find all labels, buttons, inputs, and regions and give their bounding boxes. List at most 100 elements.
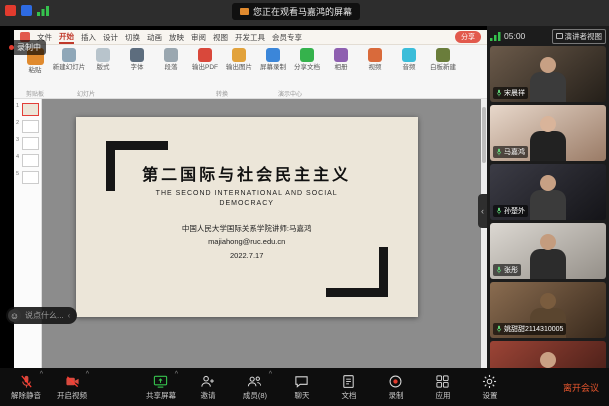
ribbon-share-doc-button[interactable]: 分享文档	[290, 48, 324, 71]
ppt-ribbon: 粘贴 新建幻灯片 版式 字体 段落 输出PDF 输出图片 屏幕录制 分享文档 相…	[14, 45, 487, 89]
bottom-toolbar: 解除静音 ^ 开启视频 ^ 共享屏幕 ^ 邀请 成员(8) ^	[0, 368, 609, 406]
pdf-icon	[198, 48, 212, 62]
signal-strength-icon	[37, 5, 50, 16]
screen-record-icon	[266, 48, 280, 62]
unmute-button[interactable]: 解除静音 ^	[10, 374, 42, 401]
banner-text: 您正在观看马嘉鸿的屏幕	[253, 5, 352, 18]
screen-watching-banner: 您正在观看马嘉鸿的屏幕	[232, 3, 360, 20]
slide-subtitle-line2: DEMOCRACY	[76, 199, 418, 209]
mic-on-icon	[496, 207, 502, 215]
slide-thumbnail[interactable]: 1	[16, 103, 39, 116]
gear-icon	[482, 374, 497, 389]
ppt-tab-devtools[interactable]: 开发工具	[235, 32, 265, 43]
slide-thumbnail[interactable]: 4	[16, 154, 39, 167]
ppt-content: 1 2 3 4 5 第二国际与社会民主主义 THE SECOND INTERNA…	[14, 99, 487, 368]
paragraph-icon	[164, 48, 178, 62]
slide-info-author: 中国人民大学国际关系学院讲师:马嘉鸿	[76, 222, 418, 235]
ribbon-whiteboard-button[interactable]: 白板新建	[426, 48, 460, 71]
meeting-app-window: 您正在观看马嘉鸿的屏幕 文件 开始 插入 设计 切换 动画 放映 审阅 视图 开…	[0, 0, 609, 406]
whiteboard-icon	[436, 48, 450, 62]
ribbon-audio-button[interactable]: 音频	[392, 48, 426, 71]
chevron-up-icon[interactable]: ^	[40, 371, 43, 378]
ppt-tab-insert[interactable]: 插入	[81, 32, 96, 43]
collapse-left-icon[interactable]: ‹	[68, 311, 71, 320]
recording-indicator: 录制中	[4, 40, 46, 55]
ribbon-export-image-button[interactable]: 输出图片	[222, 48, 256, 71]
speaker-view-button[interactable]: 演讲者视图	[552, 29, 607, 44]
font-icon	[130, 48, 144, 62]
chat-icon	[294, 374, 309, 389]
ribbon-screen-record-button[interactable]: 屏幕录制	[256, 48, 290, 71]
record-button[interactable]: 录制	[380, 374, 412, 401]
ppt-tab-slideshow[interactable]: 放映	[169, 32, 184, 43]
record-status-icon	[5, 5, 16, 16]
mic-on-icon	[496, 266, 502, 274]
ribbon-album-button[interactable]: 相册	[324, 48, 358, 71]
chevron-up-icon[interactable]: ^	[269, 371, 272, 378]
apps-button[interactable]: 应用	[427, 374, 459, 401]
ribbon-layout-button[interactable]: 版式	[86, 48, 120, 71]
participant-name: 姚甜甜2114310005	[504, 324, 563, 334]
ppt-tab-transition[interactable]: 切换	[125, 32, 140, 43]
docs-button[interactable]: 文档	[333, 374, 365, 401]
ppt-share-button[interactable]: 分享	[455, 31, 481, 43]
leave-meeting-button[interactable]: 离开会议	[563, 381, 599, 394]
chevron-up-icon[interactable]: ^	[86, 371, 89, 378]
panel-collapse-handle[interactable]: ‹	[478, 194, 487, 228]
bracket-decoration-top-left	[106, 141, 168, 191]
ribbon-export-pdf-button[interactable]: 输出PDF	[188, 48, 222, 71]
app-status-icon	[21, 5, 32, 16]
participant-name: 孙楚外	[504, 206, 525, 216]
recording-dot-icon	[9, 45, 14, 50]
ribbon-video-button[interactable]: 视频	[358, 48, 392, 71]
apps-grid-icon	[435, 374, 450, 389]
ribbon-group-labels: 剪贴板 幻灯片 转换 演示中心	[14, 89, 487, 99]
panel-header: 05:00 演讲者视图	[487, 26, 609, 46]
slide-thumbnail[interactable]: 2	[16, 120, 39, 133]
participant-video[interactable]: 姚甜甜2114310005	[490, 282, 606, 338]
participant-video-list: 宋晨祥 马嘉鸿 孙楚外 张彤 姚甜甜2114310005	[487, 46, 609, 368]
chevron-up-icon[interactable]: ^	[175, 371, 178, 378]
share-doc-icon	[300, 48, 314, 62]
connection-quality-icon	[490, 32, 501, 41]
members-icon	[247, 374, 262, 389]
ribbon-paragraph-button[interactable]: 段落	[154, 48, 188, 71]
slide-thumbnail[interactable]: 3	[16, 137, 39, 150]
view-layout-icon	[556, 33, 563, 39]
ribbon-new-slide-button[interactable]: 新建幻灯片	[52, 48, 86, 71]
participant-video[interactable]	[490, 341, 606, 368]
ppt-tab-view[interactable]: 视图	[213, 32, 228, 43]
share-screen-button[interactable]: 共享屏幕 ^	[145, 374, 177, 401]
layout-icon	[96, 48, 110, 62]
participants-panel: 05:00 演讲者视图 宋晨祥 马嘉鸿 孙楚外 张彤	[487, 26, 609, 368]
ppt-tab-review[interactable]: 审阅	[191, 32, 206, 43]
mic-on-icon	[496, 148, 502, 156]
camera-off-icon	[65, 374, 80, 389]
chat-button[interactable]: 聊天	[286, 374, 318, 401]
slide-thumbnail[interactable]: 5	[16, 171, 39, 184]
participant-video[interactable]: 张彤	[490, 223, 606, 279]
record-icon	[388, 374, 403, 389]
ppt-tab-design[interactable]: 设计	[103, 32, 118, 43]
participant-video[interactable]: 马嘉鸿	[490, 105, 606, 161]
ribbon-font-button[interactable]: 字体	[120, 48, 154, 71]
participant-video[interactable]: 孙楚外	[490, 164, 606, 220]
screen-share-area: 文件 开始 插入 设计 切换 动画 放映 审阅 视图 开发工具 会员专享 分享 …	[0, 26, 487, 368]
invite-button[interactable]: 邀请	[192, 374, 224, 401]
participant-video[interactable]: 宋晨祥	[490, 46, 606, 102]
top-bar: 您正在观看马嘉鸿的屏幕	[0, 0, 609, 26]
ppt-tab-member[interactable]: 会员专享	[272, 32, 302, 43]
participant-name: 马嘉鸿	[504, 147, 525, 157]
settings-button[interactable]: 设置	[474, 374, 506, 401]
ppt-tab-animation[interactable]: 动画	[147, 32, 162, 43]
invite-icon	[200, 374, 215, 389]
members-button[interactable]: 成员(8) ^	[239, 374, 271, 401]
ppt-tab-home[interactable]: 开始	[59, 31, 74, 44]
album-icon	[334, 48, 348, 62]
new-slide-icon	[62, 48, 76, 62]
ppt-menu-bar: 文件 开始 插入 设计 切换 动画 放映 审阅 视图 开发工具 会员专享 分享	[14, 30, 487, 45]
comment-bubble[interactable]: ☺ 说点什么... ‹	[6, 307, 77, 324]
image-export-icon	[232, 48, 246, 62]
start-video-button[interactable]: 开启视频 ^	[56, 374, 88, 401]
bracket-decoration-bottom-right	[326, 247, 388, 297]
